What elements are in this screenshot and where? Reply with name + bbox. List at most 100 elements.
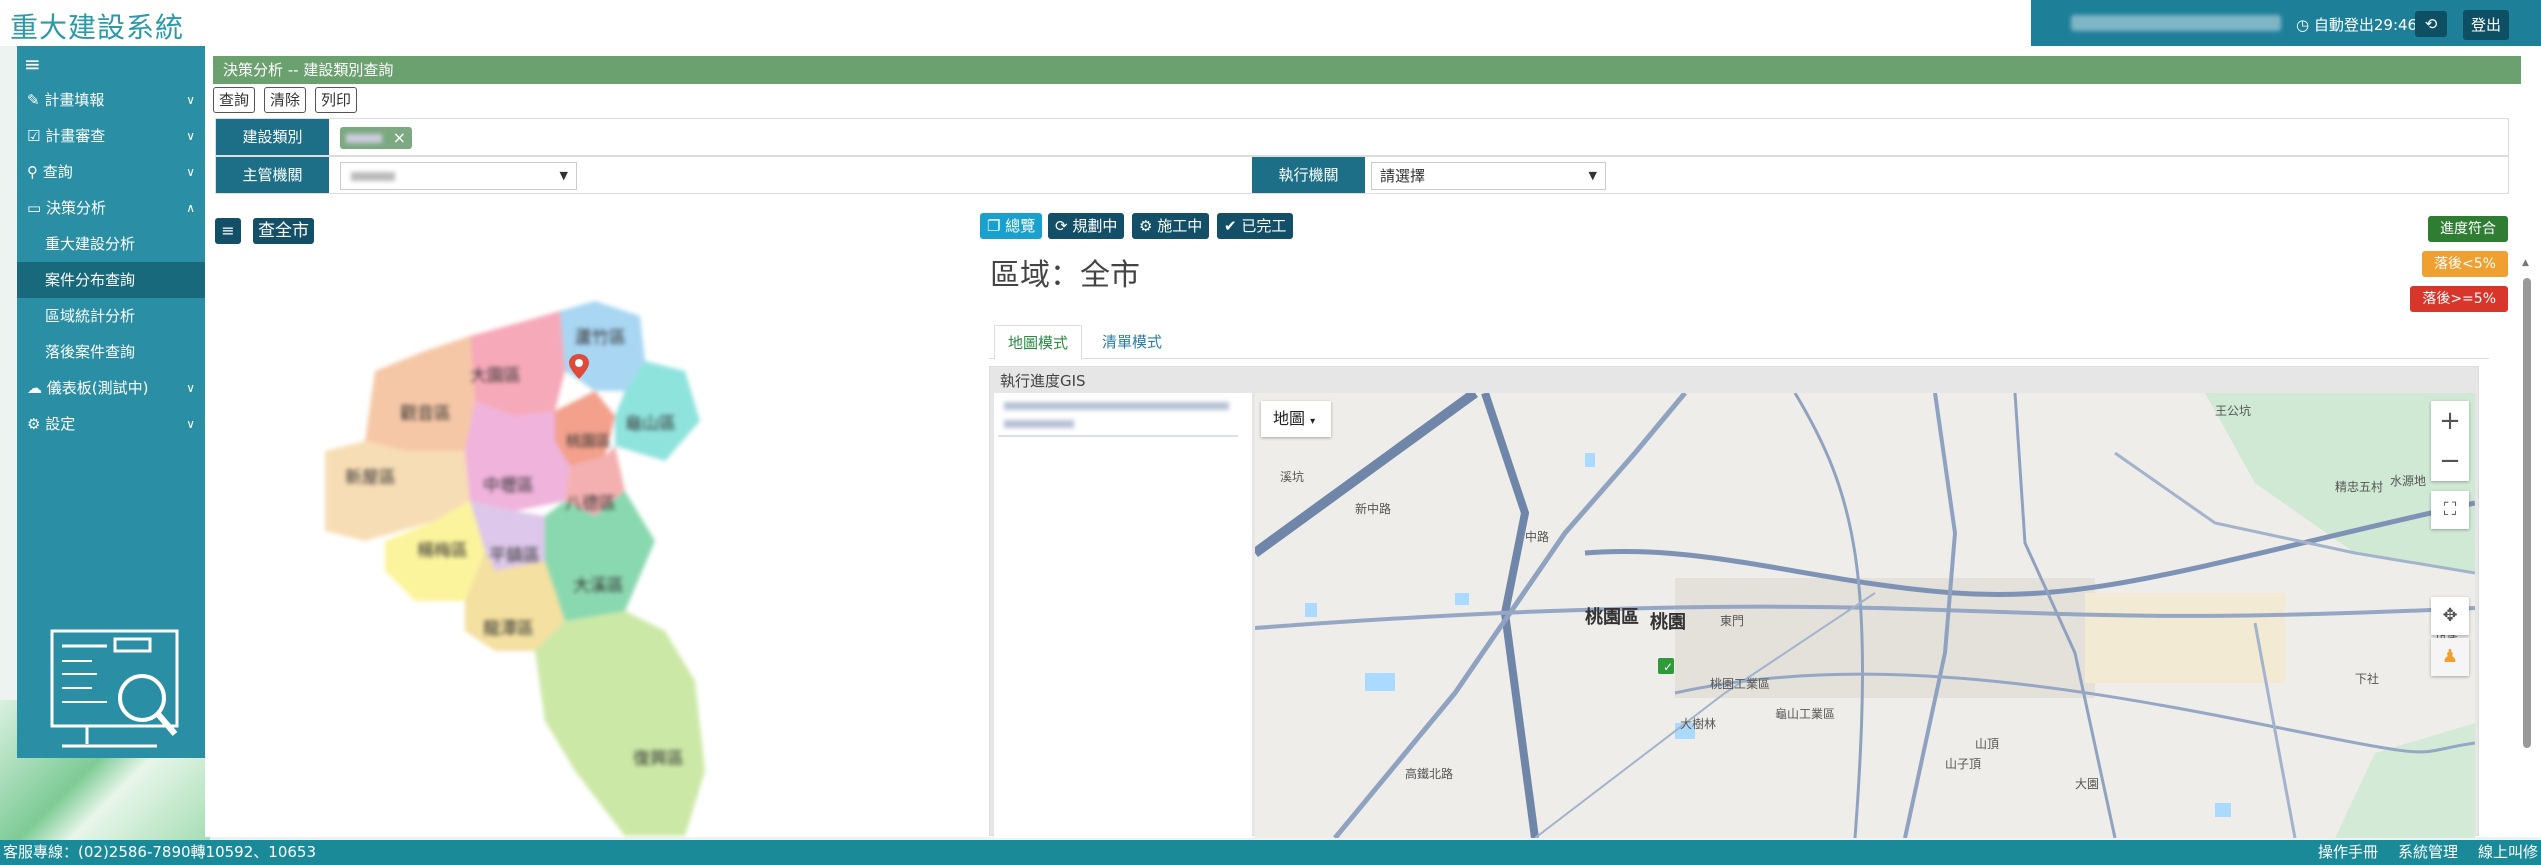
sidebar-item-major-analysis[interactable]: 重大建設分析 — [17, 226, 205, 262]
map-label: 新中路 — [1355, 501, 1391, 516]
top-bar: 重大建設系統 ◷ 自動登出29:46 ⟲ 登出 — [0, 0, 2541, 46]
project-item-redacted — [1004, 402, 1229, 410]
sidebar-item-decision[interactable]: ▭ 決策分析 ∧ — [17, 190, 205, 226]
map-label: 下社 — [2355, 671, 2379, 686]
chevron-down-icon: ∨ — [186, 165, 195, 179]
sidebar-item-behind-cases[interactable]: 落後案件查詢 — [17, 334, 205, 370]
scrollbar-thumb[interactable] — [2523, 278, 2531, 748]
sidebar: ≡ ✎ 計畫填報 ∨ ☑ 計畫審查 ∨ ⚲ 查詢 ∨ ▭ 決策分析 ∧ 重大建設分析 案… — [17, 46, 205, 758]
district-label: 楊梅區 — [417, 541, 468, 561]
compass-icon: ✥ — [2442, 605, 2458, 626]
map-label: 精忠五村 — [2335, 480, 2383, 494]
completed-button[interactable]: ✔ 已完工 — [1217, 213, 1294, 239]
close-icon[interactable]: × — [393, 128, 406, 147]
gis-title: 執行進度GIS — [1000, 372, 1086, 390]
agency-select[interactable]: ▼ — [340, 162, 577, 190]
construction-button[interactable]: ⚙ 施工中 — [1132, 213, 1210, 239]
map-label: 王公坑 — [2215, 403, 2251, 418]
copy-icon: ❐ — [987, 217, 1001, 235]
chevron-up-icon: ∧ — [186, 201, 195, 215]
auto-logout-timer: ◷ 自動登出29:46 — [2296, 16, 2418, 34]
print-button[interactable]: 列印 — [315, 87, 358, 113]
fullscreen-icon: ⛶ — [2443, 499, 2457, 520]
check-square-icon: ☑ — [27, 127, 41, 145]
query-button[interactable]: 查詢 — [213, 87, 256, 113]
category-label: 建設類別 — [216, 119, 329, 155]
district-label: 蘆竹區 — [575, 328, 626, 348]
planning-button[interactable]: ⟳ 規劃中 — [1048, 213, 1125, 239]
map-label: 山頂 — [1975, 737, 1999, 751]
vertical-scrollbar[interactable]: ▲ ▼ — [2521, 258, 2533, 865]
map-label: 大樹林 — [1680, 717, 1716, 731]
chevron-down-icon: ∨ — [186, 417, 195, 431]
map-label: 溪坑 — [1280, 469, 1304, 484]
service-hotline: 客服專線：(02)2586-7890轉10592、10653 — [3, 843, 316, 861]
exec-agency-select[interactable]: 請選擇 ▼ — [1371, 162, 1606, 190]
sidebar-item-query[interactable]: ⚲ 查詢 ∨ — [17, 154, 205, 190]
gis-project-list[interactable] — [994, 393, 1252, 838]
gis-panel: 執行進度GIS ✓ 桃園區 桃園 中路 桃園工業區 龜山工業區 大樹林 東門 新… — [989, 366, 2479, 838]
map-pan-control[interactable]: ✥ — [2431, 597, 2469, 635]
sidebar-item-plan-fill[interactable]: ✎ 計畫填報 ∨ — [17, 82, 205, 118]
map-label: 大園 — [2075, 777, 2099, 791]
district-menu-button[interactable]: ≡ — [215, 218, 241, 244]
fullscreen-button[interactable]: ⛶ — [2431, 491, 2469, 529]
sidebar-item-region-stats[interactable]: 區域統計分析 — [17, 298, 205, 334]
sidebar-item-plan-review[interactable]: ☑ 計畫審查 ∨ — [17, 118, 205, 154]
tab-map-mode[interactable]: 地圖模式 — [994, 325, 1083, 360]
project-item-redacted — [1004, 420, 1074, 428]
user-panel: ◷ 自動登出29:46 ⟲ 登出 — [2031, 0, 2541, 46]
page-title: 決策分析 -- 建設類別查詢 — [213, 56, 2521, 84]
region-title: 區域：全市 — [990, 258, 1140, 293]
search-icon: ⚲ — [27, 163, 38, 181]
tab-list-mode[interactable]: 清單模式 — [1089, 325, 1175, 359]
analysis-illustration-icon — [50, 629, 179, 748]
main-panel: 決策分析 -- 建設類別查詢 查詢 清除 列印 建設類別 × 主管機關 ▼ 執行… — [205, 46, 2541, 838]
clear-button[interactable]: 清除 — [264, 87, 307, 113]
map-pin-icon[interactable] — [565, 352, 593, 380]
district-label: 八德區 — [565, 494, 616, 514]
exec-agency-label: 執行機關 — [1252, 157, 1365, 193]
laptop-icon: ▭ — [27, 199, 42, 217]
footer: 客服專線：(02)2586-7890轉10592、10653 操作手冊 系統管理… — [0, 840, 2541, 865]
sidebar-item-settings[interactable]: ⚙ 設定 ∨ — [17, 406, 205, 442]
menu-toggle-icon[interactable]: ≡ — [24, 52, 41, 76]
map-label: 高鐵北路 — [1405, 766, 1453, 781]
legend-on-track: 進度符合 — [2428, 216, 2508, 242]
refresh-session-button[interactable]: ⟲ — [2415, 11, 2447, 37]
map-label: 水源地 — [2390, 474, 2426, 488]
sidebar-item-case-distribution[interactable]: 案件分布查詢 — [17, 262, 205, 298]
admin-link[interactable]: 系統管理 — [2398, 840, 2458, 865]
map-type-select[interactable]: 地圖 ▾ — [1261, 401, 1331, 437]
sidebar-item-dashboard[interactable]: ☁ 儀表板(測試中) ∨ — [17, 370, 205, 406]
map-label: 中路 — [1525, 529, 1549, 544]
logout-button[interactable]: 登出 — [2463, 10, 2509, 40]
list-divider — [998, 435, 1238, 437]
district-label: 龍潭區 — [483, 619, 534, 639]
dashboard-icon: ☁ — [27, 379, 42, 397]
map-label: 龜山工業區 — [1775, 707, 1835, 721]
overview-button[interactable]: ❐ 總覽 — [980, 213, 1043, 239]
gis-map[interactable]: ✓ 桃園區 桃園 中路 桃園工業區 龜山工業區 大樹林 東門 新中路 高鐵北路 … — [1255, 393, 2475, 838]
gear-icon: ⚙ — [1139, 217, 1153, 235]
caret-down-icon: ▼ — [559, 169, 568, 182]
scroll-up-icon[interactable]: ▲ — [2522, 258, 2529, 268]
user-info-redacted — [2071, 15, 2281, 31]
filter-row-category: 建設類別 × — [215, 118, 2509, 156]
map-label: 桃園區 — [1585, 606, 1639, 628]
category-tag[interactable]: × — [340, 127, 412, 149]
map-label: 桃園工業區 — [1710, 676, 1770, 691]
street-view-button[interactable]: ♟ — [2431, 638, 2469, 676]
zoom-in-button[interactable]: + — [2431, 401, 2469, 441]
district-map: 大園區 蘆竹區 觀音區 桃園區 龜山區 新屋區 中壢區 八德區 楊梅區 平鎮區 … — [325, 301, 705, 836]
category-tag-text-redacted — [346, 134, 382, 143]
manual-link[interactable]: 操作手冊 — [2318, 840, 2378, 865]
zoom-control: + − — [2431, 401, 2469, 481]
filter-row-agency: 主管機關 ▼ 執行機關 請選擇 ▼ — [215, 156, 2509, 194]
legend-behind-small: 落後<5% — [2422, 251, 2508, 277]
online-repair-link[interactable]: 線上叫修 — [2478, 840, 2538, 865]
zoom-out-button[interactable]: − — [2431, 441, 2469, 481]
district-label: 大溪區 — [573, 576, 624, 596]
whole-city-button[interactable]: 查全市 — [253, 218, 314, 244]
caret-down-icon: ▼ — [1588, 169, 1597, 182]
